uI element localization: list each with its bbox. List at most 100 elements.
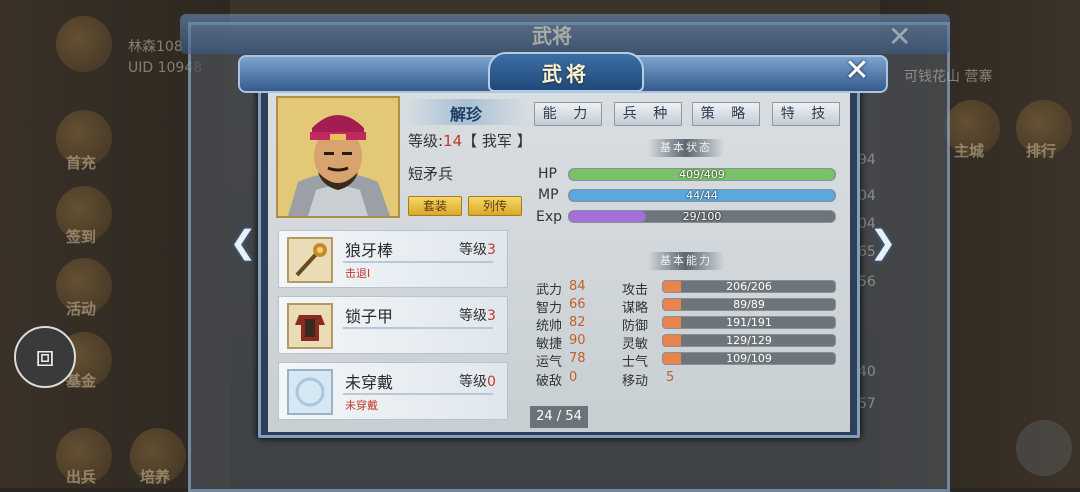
exp-label: Exp (536, 209, 563, 225)
combat-label: 攻击 (622, 283, 649, 298)
attr-value: 78 (569, 351, 586, 366)
equipment-desc: 击退Ⅰ (345, 267, 371, 280)
bg-side-label: 活动 (66, 300, 97, 318)
defense-bar: 191/191 (662, 316, 836, 329)
hero-level-prefix: 等级: (408, 132, 444, 150)
tab-troop[interactable]: 兵 种 (614, 102, 682, 126)
hero-faction: 【 我军 】 (462, 132, 532, 150)
strategy-value: 89/89 (733, 298, 765, 311)
attr-label: 武力 (536, 283, 563, 298)
hero-portrait-art (278, 98, 398, 216)
equipment-level-value: 0 (487, 374, 496, 390)
combat-label: 防御 (622, 319, 649, 334)
equipment-divider (343, 261, 493, 263)
background-dialog-title: 武将 (532, 24, 572, 48)
player-avatar (56, 16, 112, 72)
biography-button[interactable]: 列传 (468, 196, 522, 216)
attr-label: 统帅 (536, 319, 563, 334)
bg-side-label: 首充 (66, 154, 97, 172)
hp-bar: 409/409 (568, 168, 836, 181)
equipment-name: 未穿戴 (345, 373, 394, 392)
agility-bar: 129/129 (662, 334, 836, 347)
bg-user-name: 林森108 (128, 39, 183, 55)
hero-name: 解珍 (449, 105, 482, 124)
bg-menu-icon (1016, 420, 1072, 476)
attr-value: 0 (569, 370, 578, 385)
morale-bar: 109/109 (662, 352, 836, 365)
bg-side-label: 签到 (66, 228, 97, 246)
equipment-level-value: 3 (487, 308, 496, 324)
morale-value: 109/109 (726, 352, 772, 365)
mace-icon (287, 237, 333, 283)
exp-bar: 29/100 (568, 210, 836, 223)
equipment-slot-accessory[interactable]: 未穿戴 等级0 未穿戴 (278, 362, 508, 420)
move-label: 移动 (622, 374, 649, 389)
mp-value: 44/44 (686, 189, 718, 202)
equipment-name: 狼牙棒 (345, 241, 394, 260)
strategy-bar: 89/89 (662, 298, 836, 311)
equipment-desc: 未穿戴 (345, 399, 378, 412)
equipment-slot-armor[interactable]: 锁子甲 等级3 (278, 296, 508, 354)
next-hero-arrow-icon[interactable]: ❯ (868, 222, 898, 262)
tab-strategy[interactable]: 策 略 (692, 102, 760, 126)
equipment-slot-weapon[interactable]: 狼牙棒 等级3 击退Ⅰ (278, 230, 508, 288)
equipment-level: 等级3 (459, 305, 496, 325)
mp-label: MP (538, 187, 559, 203)
agility-value: 129/129 (726, 334, 772, 347)
move-value: 5 (666, 370, 675, 385)
tab-ability[interactable]: 能 力 (534, 102, 602, 126)
background-close-icon: ✕ (888, 20, 912, 53)
hero-pager: 24 / 54 (530, 406, 588, 428)
hero-level: 14 (443, 132, 463, 150)
dialog-title: 武将 (542, 62, 590, 86)
equipment-divider (343, 393, 493, 395)
prev-hero-arrow-icon[interactable]: ❮ (228, 222, 258, 262)
outfit-button[interactable]: 套装 (408, 196, 462, 216)
hp-label: HP (538, 166, 557, 182)
bg-list-number: 04 (858, 188, 876, 204)
attr-value: 82 (569, 315, 586, 330)
bg-list-number: 56 (858, 274, 876, 290)
attack-value: 206/206 (726, 280, 772, 293)
combat-label: 谋略 (622, 301, 649, 316)
mp-bar: 44/44 (568, 189, 836, 202)
attr-label: 智力 (536, 301, 563, 316)
hero-portrait (276, 96, 400, 218)
bg-side-label: 培养 (140, 468, 171, 486)
attack-bar: 206/206 (662, 280, 836, 293)
equipment-level: 等级3 (459, 239, 496, 259)
combat-label: 灵敏 (622, 337, 649, 352)
equipment-level-value: 3 (487, 242, 496, 258)
armor-icon (287, 303, 333, 349)
close-icon[interactable]: ✕ (840, 56, 874, 88)
equipment-name: 锁子甲 (345, 307, 394, 326)
attr-label: 运气 (536, 355, 563, 370)
defense-value: 191/191 (726, 316, 772, 329)
bg-side-label: 出兵 (66, 468, 97, 486)
hp-value: 409/409 (679, 168, 725, 181)
bg-list-number: 57 (858, 396, 876, 412)
attr-value: 84 (569, 279, 586, 294)
bg-side-label: 主城 (954, 142, 985, 160)
bg-side-label: 排行 (1026, 142, 1057, 160)
equipment-divider (343, 327, 493, 329)
equipment-level-label: 等级 (459, 374, 487, 390)
empty-slot-icon (287, 369, 333, 415)
attr-value: 90 (569, 333, 586, 348)
tab-skill[interactable]: 特 技 (772, 102, 840, 126)
combat-label: 士气 (622, 355, 649, 370)
abilities-section-title: 基本能力 (648, 252, 724, 270)
equipment-level-label: 等级 (459, 308, 487, 324)
bg-list-number: 40 (858, 364, 876, 380)
attr-value: 66 (569, 297, 586, 312)
bg-list-number: 94 (858, 152, 876, 168)
attr-label: 敏捷 (536, 337, 563, 352)
floating-menu-icon[interactable]: ⧈ (14, 326, 76, 388)
bg-header-right: 可钱花山 营寨 (904, 69, 993, 85)
exp-value: 29/100 (682, 210, 722, 223)
equipment-level-label: 等级 (459, 242, 487, 258)
attr-label: 破敌 (536, 374, 563, 389)
hero-troop-type: 短矛兵 (408, 165, 454, 183)
equipment-level: 等级0 (459, 371, 496, 391)
status-section-title: 基本状态 (648, 139, 724, 157)
